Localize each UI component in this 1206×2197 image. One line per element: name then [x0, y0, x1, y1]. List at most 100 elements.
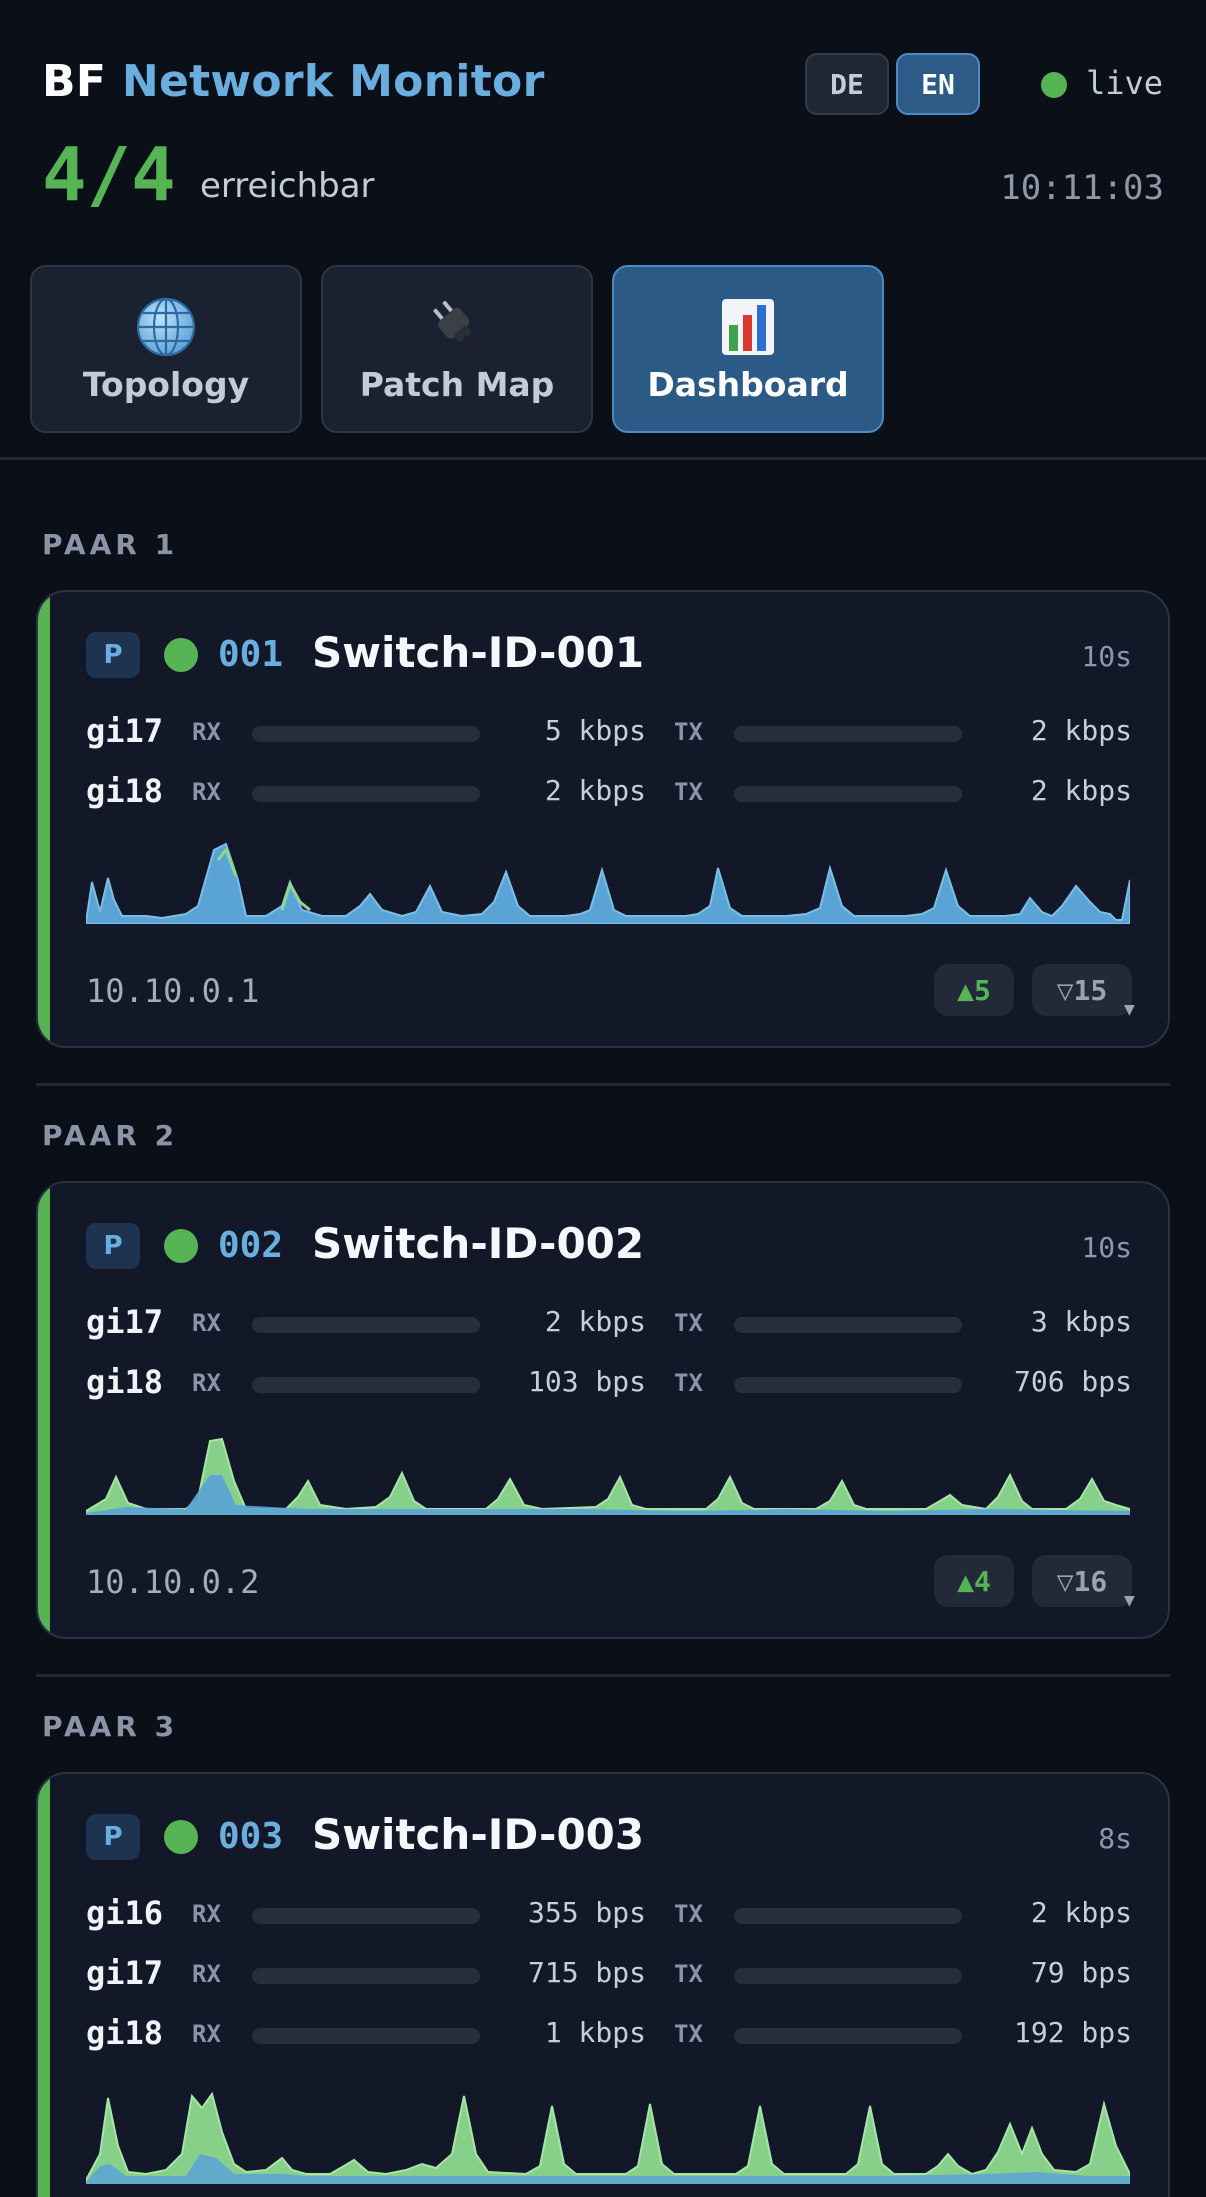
device-id: 002 — [218, 1225, 284, 1266]
device-id: 001 — [218, 634, 284, 675]
tx-bar — [734, 1377, 962, 1393]
language-button-de[interactable]: DE — [805, 53, 889, 115]
rx-rate: 2 kbps — [544, 774, 646, 807]
device-age: 10s — [1081, 640, 1132, 673]
rx-bar — [252, 1377, 480, 1393]
tab-patch-map[interactable]: Patch Map — [321, 265, 593, 433]
tx-rate: 3 kbps — [1030, 1305, 1132, 1338]
device-card-003[interactable]: P 003 Switch-ID-003 8s gi16 RX 355 bps T… — [36, 1772, 1170, 2197]
rx-label: RX — [192, 1960, 221, 1988]
port-name: gi18 — [86, 1363, 164, 1401]
app-title-prefix: BF — [42, 56, 107, 107]
port-row: gi17 RX 2 kbps TX 3 kbps — [86, 1303, 1132, 1347]
rx-label: RX — [192, 1309, 221, 1337]
tab-patch-map-label: Patch Map — [359, 364, 555, 404]
rx-rate: 355 bps — [527, 1896, 646, 1929]
bar-chart-icon — [722, 298, 774, 355]
reachable-count: 4/4 — [42, 132, 176, 218]
status-dot-icon — [164, 1820, 198, 1854]
tx-label: TX — [674, 718, 703, 746]
device-name: Switch-ID-001 — [312, 628, 645, 677]
device-card-002[interactable]: P 002 Switch-ID-002 10s gi17 RX 2 kbps T… — [36, 1181, 1170, 1639]
tab-topology-label: Topology — [82, 364, 250, 404]
app-title-accent: Network Monitor — [121, 56, 545, 107]
chevron-down-icon[interactable]: ▼ — [1124, 1593, 1135, 1609]
tx-rate: 2 kbps — [1030, 714, 1132, 747]
rx-label: RX — [192, 2020, 221, 2048]
tx-bar — [734, 786, 962, 802]
device-id: 003 — [218, 1816, 284, 1857]
language-button-en[interactable]: EN — [896, 53, 980, 115]
down-count-chip[interactable]: ▽15 — [1032, 964, 1132, 1016]
up-count-chip[interactable]: ▲4 — [934, 1555, 1014, 1607]
device-card-001[interactable]: P 001 Switch-ID-001 10s gi17 RX 5 kbps T… — [36, 590, 1170, 1048]
tx-label: TX — [674, 2020, 703, 2048]
globe-icon — [136, 297, 196, 356]
live-status-icon — [1041, 72, 1067, 98]
device-type-badge: P — [86, 632, 140, 678]
device-name: Switch-ID-002 — [312, 1219, 645, 1268]
rx-bar — [252, 1968, 480, 1984]
rx-rate: 715 bps — [527, 1956, 646, 1989]
tx-bar — [734, 726, 962, 742]
tx-bar — [734, 1968, 962, 1984]
device-ip: 10.10.0.2 — [86, 1563, 260, 1601]
status-dot-icon — [164, 1229, 198, 1263]
tx-rate: 2 kbps — [1030, 774, 1132, 807]
plug-icon — [433, 300, 478, 351]
clock-time: 10:11:03 — [1000, 168, 1164, 208]
pair-2-label: PAAR 2 — [42, 1119, 179, 1152]
tab-topology[interactable]: Topology — [30, 265, 302, 433]
up-count-chip[interactable]: ▲5 — [934, 964, 1014, 1016]
device-card-header: P 001 Switch-ID-001 10s — [86, 628, 1132, 684]
rx-bar — [252, 1317, 480, 1333]
device-type-badge: P — [86, 1223, 140, 1269]
rx-rate: 1 kbps — [544, 2016, 646, 2049]
traffic-sparkline — [86, 842, 1130, 924]
rx-rate: 103 bps — [527, 1365, 646, 1398]
device-card-header: P 003 Switch-ID-003 8s — [86, 1810, 1132, 1866]
traffic-sparkline — [86, 2091, 1130, 2184]
tx-bar — [734, 2028, 962, 2044]
port-name: gi18 — [86, 772, 164, 810]
section-divider — [36, 1674, 1170, 1677]
port-row: gi17 RX 5 kbps TX 2 kbps — [86, 712, 1132, 756]
rx-rate: 2 kbps — [544, 1305, 646, 1338]
port-row: gi18 RX 103 bps TX 706 bps — [86, 1363, 1132, 1407]
tx-label: TX — [674, 1900, 703, 1928]
live-status-label: live — [1086, 64, 1164, 102]
chevron-down-icon[interactable]: ▼ — [1124, 1002, 1135, 1018]
port-name: gi16 — [86, 1894, 164, 1932]
header-divider — [0, 457, 1206, 460]
tx-rate: 192 bps — [1013, 2016, 1132, 2049]
device-ip: 10.10.0.1 — [86, 972, 260, 1010]
rx-label: RX — [192, 718, 221, 746]
tx-label: TX — [674, 1369, 703, 1397]
port-row: gi18 RX 2 kbps TX 2 kbps — [86, 772, 1132, 816]
rx-bar — [252, 2028, 480, 2044]
rx-label: RX — [192, 1369, 221, 1397]
rx-label: RX — [192, 1900, 221, 1928]
device-name: Switch-ID-003 — [312, 1810, 645, 1859]
app-title: BF Network Monitor — [42, 56, 545, 107]
tx-bar — [734, 1317, 962, 1333]
port-row: gi16 RX 355 bps TX 2 kbps — [86, 1894, 1132, 1938]
tx-rate: 2 kbps — [1030, 1896, 1132, 1929]
tab-dashboard[interactable]: Dashboard — [612, 265, 884, 433]
tab-dashboard-label: Dashboard — [647, 364, 849, 404]
port-row: gi17 RX 715 bps TX 79 bps — [86, 1954, 1132, 1998]
device-card-header: P 002 Switch-ID-002 10s — [86, 1219, 1132, 1275]
status-dot-icon — [164, 638, 198, 672]
rx-bar — [252, 786, 480, 802]
pair-3-label: PAAR 3 — [42, 1710, 179, 1743]
down-count-chip[interactable]: ▽16 — [1032, 1555, 1132, 1607]
reachable-label: erreichbar — [200, 166, 375, 206]
tx-label: TX — [674, 778, 703, 806]
tx-bar — [734, 1908, 962, 1924]
port-name: gi17 — [86, 712, 164, 750]
pair-1-label: PAAR 1 — [42, 528, 179, 561]
device-age: 10s — [1081, 1231, 1132, 1264]
section-divider — [36, 1083, 1170, 1086]
rx-bar — [252, 1908, 480, 1924]
tx-rate: 79 bps — [1030, 1956, 1132, 1989]
